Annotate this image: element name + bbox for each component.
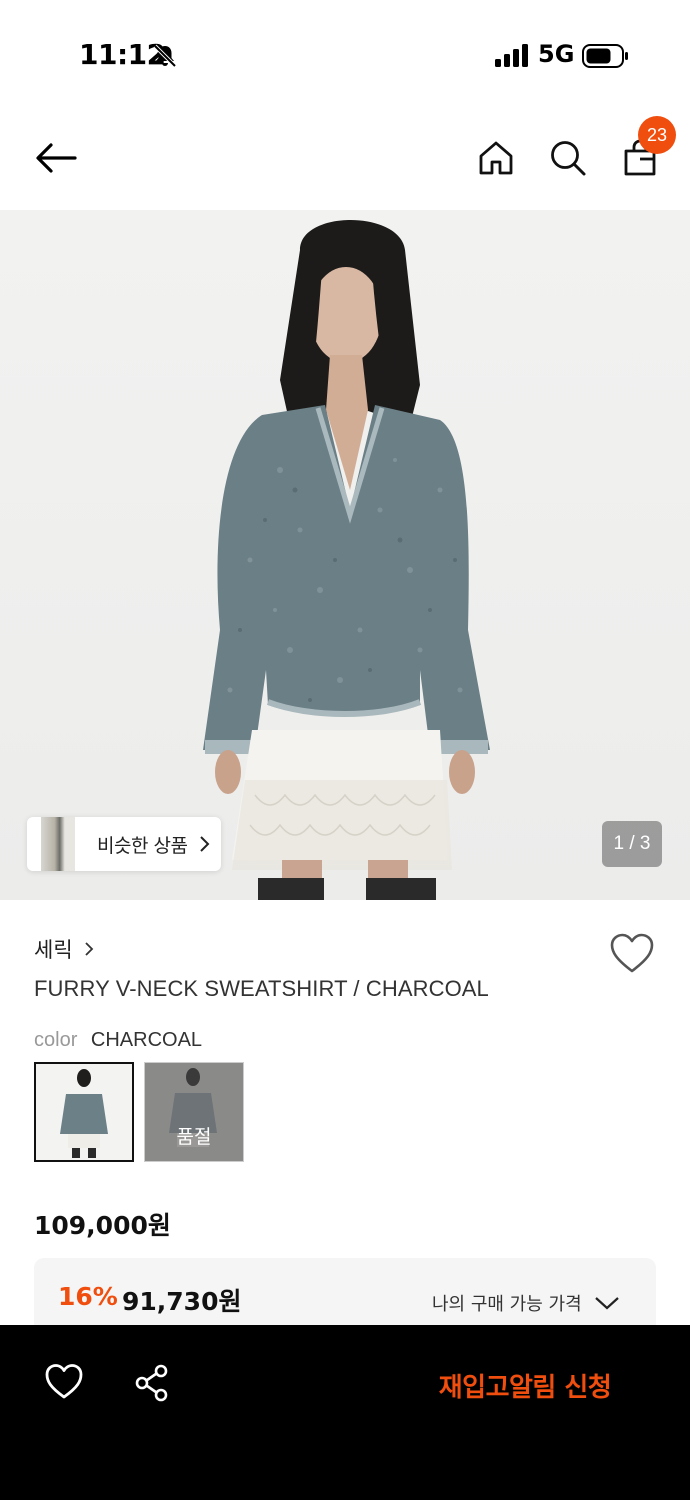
color-value: CHARCOAL bbox=[90, 1029, 203, 1051]
similar-products-button[interactable]: 비슷한 상품 bbox=[27, 817, 221, 871]
brand-name: 세릭 bbox=[34, 938, 73, 962]
chevron-right-icon bbox=[85, 942, 93, 956]
status-bar: 11:12 5G bbox=[0, 0, 690, 110]
product-title: FURRY V-NECK SWEATSHIRT / CHARCOAL bbox=[34, 976, 489, 1001]
heart-outline-icon bbox=[45, 1364, 83, 1399]
wishlist-button[interactable] bbox=[608, 932, 656, 976]
restock-alert-button[interactable]: 재입고알림 신청 bbox=[400, 1363, 650, 1407]
bell-slash-icon bbox=[153, 44, 177, 68]
sold-out-label: 품절 bbox=[176, 1126, 212, 1148]
back-button[interactable] bbox=[32, 134, 80, 182]
cart-count-badge: 23 bbox=[638, 116, 676, 154]
like-button[interactable] bbox=[44, 1363, 88, 1405]
home-icon bbox=[479, 141, 513, 175]
back-arrow-icon bbox=[36, 143, 77, 173]
product-image[interactable] bbox=[0, 210, 690, 900]
brand-link[interactable]: 세릭 bbox=[34, 934, 95, 964]
color-row: color CHARCOAL bbox=[34, 1029, 202, 1052]
discount-rate: 16% bbox=[58, 1282, 118, 1311]
chevron-right-icon bbox=[200, 836, 210, 852]
battery-icon bbox=[582, 44, 628, 68]
signal-icon bbox=[495, 44, 528, 67]
share-icon bbox=[135, 1364, 168, 1402]
share-button[interactable] bbox=[132, 1363, 176, 1405]
model-photo bbox=[203, 220, 490, 900]
top-nav bbox=[0, 110, 690, 210]
swatch-thumbnail bbox=[60, 1069, 108, 1158]
image-page-counter: 1 / 3 bbox=[602, 821, 662, 867]
my-price-label: 나의 구매 가능 가격 bbox=[432, 1294, 582, 1315]
my-price-toggle[interactable]: 나의 구매 가능 가격 bbox=[432, 1290, 620, 1316]
heart-outline-icon bbox=[610, 933, 654, 973]
search-button[interactable] bbox=[544, 134, 592, 182]
sale-price: 91,730원 bbox=[122, 1287, 242, 1316]
color-label: color bbox=[34, 1029, 78, 1051]
chevron-down-icon bbox=[594, 1297, 619, 1310]
search-icon bbox=[551, 141, 586, 176]
original-price: 109,000원 bbox=[34, 1211, 171, 1240]
color-swatch-charcoal[interactable] bbox=[34, 1062, 134, 1162]
network-label: 5G bbox=[538, 40, 575, 68]
home-button[interactable] bbox=[472, 134, 520, 182]
similar-thumbnail bbox=[41, 817, 75, 871]
color-swatch-sold-out[interactable]: 품절 bbox=[144, 1062, 244, 1162]
similar-products-label: 비슷한 상품 bbox=[97, 834, 188, 857]
bottom-action-bar: 재입고알림 신청 bbox=[0, 1325, 690, 1500]
